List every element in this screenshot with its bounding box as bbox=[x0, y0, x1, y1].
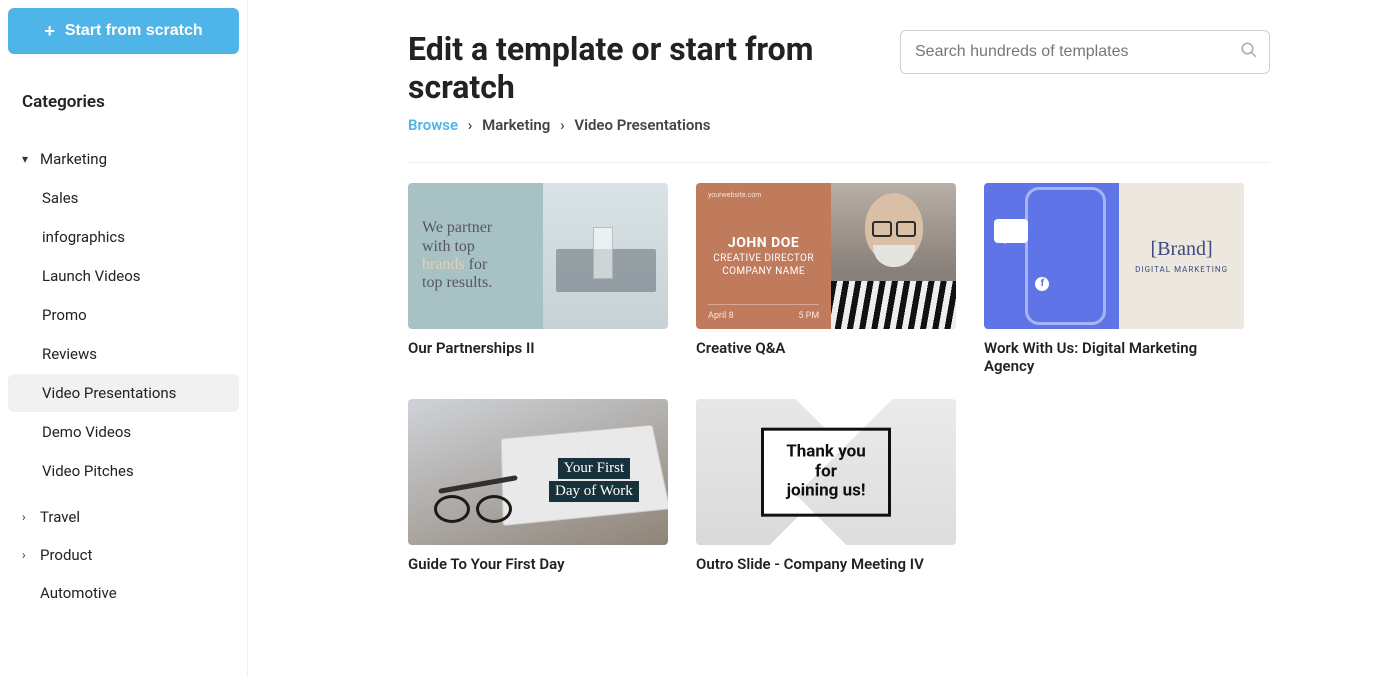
search-wrap bbox=[900, 30, 1270, 74]
breadcrumb: Browse › Marketing › Video Presentations bbox=[408, 116, 880, 134]
category-automotive[interactable]: Automotive bbox=[8, 574, 239, 612]
breadcrumb-root[interactable]: Browse bbox=[408, 116, 458, 134]
template-title: Work With Us: Digital Marketing Agency bbox=[984, 339, 1244, 375]
template-title: Outro Slide - Company Meeting IV bbox=[696, 555, 956, 573]
template-card-outro-slide[interactable]: Thank you for joining us! Outro Slide - … bbox=[696, 399, 956, 573]
category-product[interactable]: › Product bbox=[8, 536, 239, 574]
template-thumbnail: f [Brand] DIGITAL MARKETING bbox=[984, 183, 1244, 329]
search-input[interactable] bbox=[900, 30, 1270, 74]
template-thumbnail: We partner with top brands for top resul… bbox=[408, 183, 668, 329]
template-title: Our Partnerships II bbox=[408, 339, 668, 357]
category-label: Marketing bbox=[40, 150, 107, 168]
template-card-our-partnerships[interactable]: We partner with top brands for top resul… bbox=[408, 183, 668, 375]
category-label: Product bbox=[40, 546, 92, 564]
marketing-subcategories: Sales infographics Launch Videos Promo R… bbox=[8, 179, 239, 490]
breadcrumb-level2: Video Presentations bbox=[574, 116, 710, 134]
subcategory-promo[interactable]: Promo bbox=[8, 296, 239, 334]
category-label: Automotive bbox=[40, 584, 117, 602]
category-marketing[interactable]: ▾ Marketing bbox=[8, 140, 239, 178]
subcategory-demo-videos[interactable]: Demo Videos bbox=[8, 413, 239, 451]
template-card-work-with-us[interactable]: f [Brand] DIGITAL MARKETING Work With Us… bbox=[984, 183, 1244, 375]
sidebar: + Start from scratch Categories ▾ Market… bbox=[0, 0, 248, 677]
breadcrumb-level1[interactable]: Marketing bbox=[482, 116, 550, 134]
plus-icon: + bbox=[44, 22, 55, 40]
category-travel[interactable]: › Travel bbox=[8, 498, 239, 536]
categories-heading: Categories bbox=[8, 84, 239, 120]
template-title: Creative Q&A bbox=[696, 339, 956, 357]
chevron-right-icon: › bbox=[22, 548, 36, 562]
template-card-creative-qa[interactable]: yourwebsite.com JOHN DOE CREATIVE DIRECT… bbox=[696, 183, 956, 375]
category-label: Travel bbox=[40, 508, 80, 526]
start-from-scratch-label: Start from scratch bbox=[65, 22, 203, 40]
chevron-right-icon: › bbox=[22, 510, 36, 524]
divider bbox=[408, 162, 1270, 163]
subcategory-video-pitches[interactable]: Video Pitches bbox=[8, 452, 239, 490]
template-thumbnail: yourwebsite.com JOHN DOE CREATIVE DIRECT… bbox=[696, 183, 956, 329]
main-content: Edit a template or start from scratch Br… bbox=[248, 0, 1400, 677]
start-from-scratch-button[interactable]: + Start from scratch bbox=[8, 8, 239, 54]
page-title: Edit a template or start from scratch bbox=[408, 30, 880, 106]
subcategory-video-presentations[interactable]: Video Presentations bbox=[8, 374, 239, 412]
template-thumbnail: WHAT TO EXPECT ON Your First Day of Work bbox=[408, 399, 668, 545]
subcategory-sales[interactable]: Sales bbox=[8, 179, 239, 217]
subcategory-launch-videos[interactable]: Launch Videos bbox=[8, 257, 239, 295]
template-grid: We partner with top brands for top resul… bbox=[408, 183, 1270, 573]
template-card-first-day[interactable]: WHAT TO EXPECT ON Your First Day of Work… bbox=[408, 399, 668, 573]
breadcrumb-sep: › bbox=[468, 116, 473, 134]
template-title: Guide To Your First Day bbox=[408, 555, 668, 573]
subcategory-infographics[interactable]: infographics bbox=[8, 218, 239, 256]
subcategory-reviews[interactable]: Reviews bbox=[8, 335, 239, 373]
template-thumbnail: Thank you for joining us! bbox=[696, 399, 956, 545]
breadcrumb-sep: › bbox=[560, 116, 565, 134]
chevron-down-icon: ▾ bbox=[22, 152, 36, 166]
